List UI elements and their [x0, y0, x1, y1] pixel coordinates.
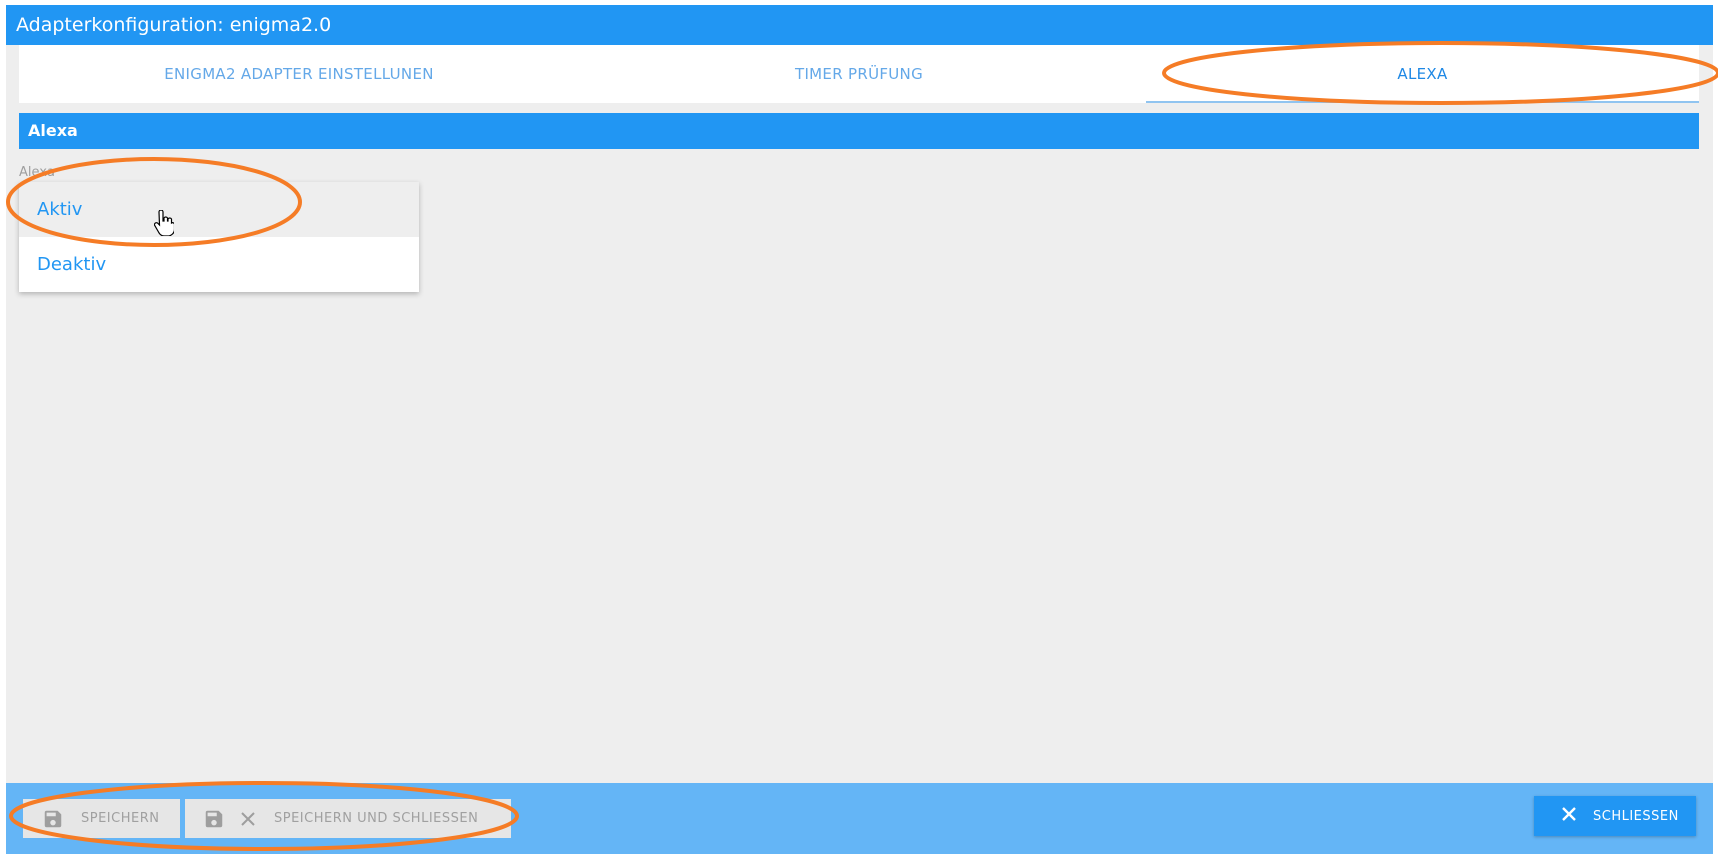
close-x-icon	[239, 810, 257, 828]
tab-alexa[interactable]: ALEXA	[1146, 45, 1699, 103]
alexa-select-dropdown: Aktiv Deaktiv	[19, 182, 419, 292]
save-button[interactable]: SPEICHERN	[23, 799, 180, 838]
tab-timer-check[interactable]: TIMER PRÜFUNG	[579, 45, 1139, 103]
alexa-select-label: Alexa	[19, 165, 55, 180]
footer-bar: SPEICHERN SPEICHERN UND SCHLIESSEN SCHLI…	[6, 783, 1713, 854]
tab-bar: ENIGMA2 ADAPTER EINSTELLUNEN TIMER PRÜFU…	[19, 45, 1699, 103]
option-aktiv[interactable]: Aktiv	[19, 182, 419, 237]
hand-pointer-icon	[153, 209, 176, 240]
tab-enigma2-settings[interactable]: ENIGMA2 ADAPTER EINSTELLUNEN	[19, 45, 579, 103]
floppy-disk-icon	[42, 808, 64, 830]
save-button-label: SPEICHERN	[81, 811, 160, 826]
window-title: Adapterkonfiguration: enigma2.0	[6, 5, 1713, 45]
section-header-alexa: Alexa	[19, 113, 1699, 149]
close-button[interactable]: SCHLIESSEN	[1534, 796, 1696, 836]
close-button-label: SCHLIESSEN	[1593, 808, 1679, 824]
adapter-config-window: Adapterkonfiguration: enigma2.0 ENIGMA2 …	[6, 5, 1713, 854]
close-x-icon	[1560, 805, 1578, 827]
floppy-disk-icon	[203, 808, 225, 830]
save-and-close-button[interactable]: SPEICHERN UND SCHLIESSEN	[185, 799, 511, 838]
save-and-close-button-label: SPEICHERN UND SCHLIESSEN	[274, 811, 479, 826]
option-deaktiv[interactable]: Deaktiv	[19, 237, 419, 292]
active-tab-indicator	[1146, 101, 1699, 103]
